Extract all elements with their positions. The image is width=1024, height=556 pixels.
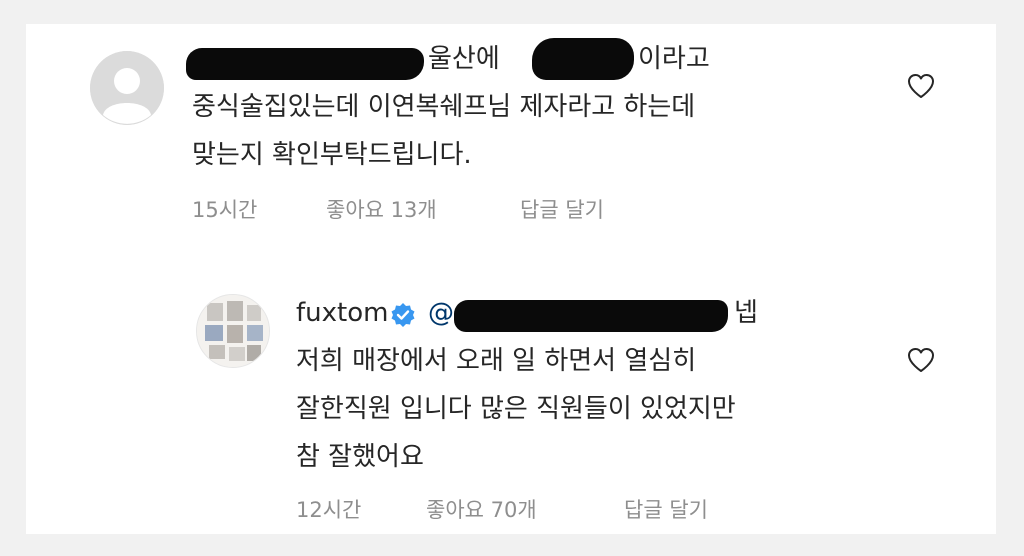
profile-avatar[interactable]	[196, 294, 270, 368]
like-count[interactable]: 좋아요 13개	[326, 194, 437, 224]
default-avatar-icon[interactable]	[90, 51, 164, 125]
redaction-mark	[532, 38, 634, 80]
comment-2-reply: fuxtom @ 넵 저희 매장에서 오래 일 하면서 열심히 잘한직원 입니다…	[26, 274, 996, 534]
reply-button[interactable]: 답글 달기	[624, 494, 708, 524]
comment-text-line3: 맞는지 확인부탁드립니다.	[192, 140, 472, 170]
mention-prefix[interactable]: @	[428, 296, 454, 330]
heart-outline-icon[interactable]	[906, 346, 936, 374]
comment-text-line2: 중식술집있는데 이연복쉐프님 제자라고 하는데	[192, 92, 696, 122]
reply-text-line3: 잘한직원 입니다 많은 직원들이 있었지만	[296, 394, 736, 424]
comments-card: gogogogo1000 울산에 이라고 중식술집있는데 이연복쉐프님 제자라고…	[26, 24, 996, 534]
reply-button[interactable]: 답글 달기	[520, 194, 604, 224]
comment-text-line1a: 울산에	[428, 44, 500, 74]
redaction-mark	[454, 300, 728, 332]
heart-outline-icon[interactable]	[906, 72, 936, 100]
redaction-mark	[186, 48, 424, 80]
comment-text-line1b: 이라고	[638, 44, 710, 74]
reply-username[interactable]: fuxtom	[296, 296, 388, 330]
reply-text-line4: 참 잘했어요	[296, 442, 424, 472]
reply-text-line2: 저희 매장에서 오래 일 하면서 열심히	[296, 346, 697, 376]
reply-time: 12시간	[296, 498, 362, 522]
comment-1: gogogogo1000 울산에 이라고 중식술집있는데 이연복쉐프님 제자라고…	[26, 24, 996, 254]
comment-time: 15시간	[192, 198, 258, 222]
reply-text-line1: 넵	[734, 298, 758, 328]
verified-badge-icon	[391, 303, 415, 327]
like-count[interactable]: 좋아요 70개	[426, 494, 537, 524]
